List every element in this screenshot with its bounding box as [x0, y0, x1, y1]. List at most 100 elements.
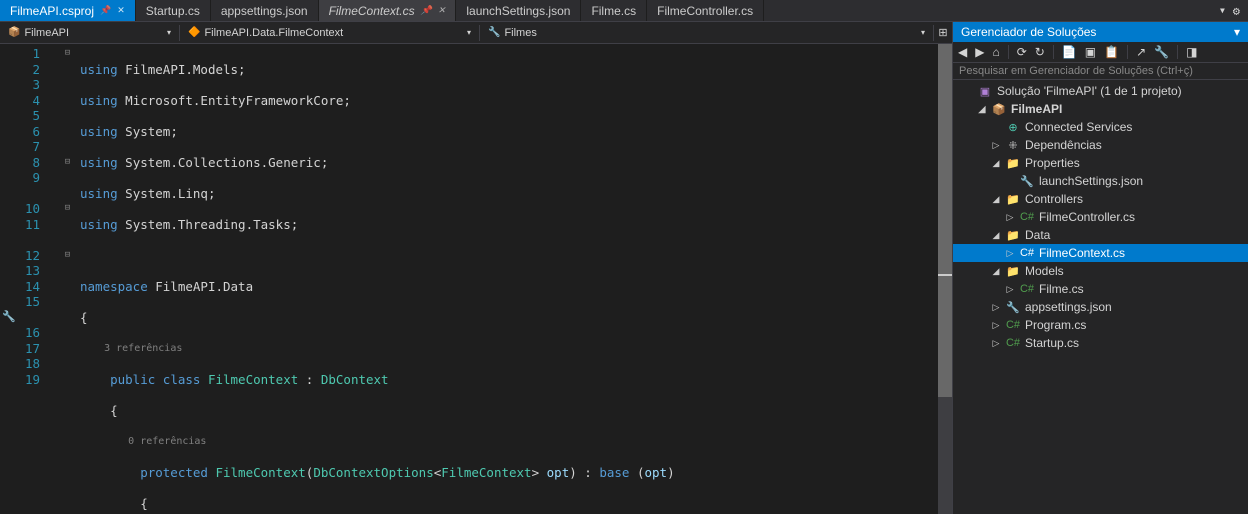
close-icon[interactable]: ✕ — [438, 5, 446, 16]
expand-icon[interactable]: ▷ — [1005, 248, 1015, 259]
models-folder[interactable]: ◢📁Models — [953, 262, 1248, 280]
project-node[interactable]: ◢📦FilmeAPI — [953, 100, 1248, 118]
expand-icon[interactable]: ◢ — [991, 158, 1001, 169]
tab-appsettings[interactable]: appsettings.json — [211, 0, 319, 21]
quick-action-icon[interactable]: 🔧 — [2, 310, 16, 323]
folder-icon: 📁 — [1005, 157, 1021, 170]
csharp-project-icon: 📦 — [8, 27, 20, 38]
solution-icon: ▣ — [977, 85, 993, 98]
tab-label: FilmeAPI.csproj — [10, 4, 94, 18]
chevron-down-icon: ▾ — [467, 28, 471, 37]
nav-label: FilmeAPI — [24, 27, 69, 39]
tab-filme[interactable]: Filme.cs — [581, 0, 647, 21]
controllers-folder[interactable]: ◢📁Controllers — [953, 190, 1248, 208]
tab-launchsettings[interactable]: launchSettings.json — [456, 0, 581, 21]
close-icon[interactable]: ✕ — [117, 5, 125, 16]
scrollbar-thumb[interactable] — [938, 44, 952, 397]
tab-filmecontext[interactable]: FilmeContext.cs 📌 ✕ — [319, 0, 457, 21]
sync-icon[interactable]: ⟳ — [1017, 45, 1027, 59]
connected-services-node[interactable]: ⊕Connected Services — [953, 118, 1248, 136]
class-icon: 🔶 — [188, 27, 200, 38]
csharp-file-icon: C# — [1019, 283, 1035, 295]
code-nav-bar: 📦FilmeAPI▾ 🔶FilmeAPI.Data.FilmeContext▾ … — [0, 22, 952, 44]
pin-icon[interactable]: 📌 — [100, 5, 111, 16]
json-icon: 🔧 — [1019, 175, 1035, 188]
tab-label: FilmeContext.cs — [329, 4, 415, 18]
expand-icon[interactable]: ▷ — [991, 302, 1001, 313]
folder-icon: 📁 — [1005, 265, 1021, 278]
tab-filmeapi-csproj[interactable]: FilmeAPI.csproj 📌 ✕ — [0, 0, 136, 21]
tab-filmecontroller[interactable]: FilmeController.cs — [647, 0, 764, 21]
file-startup[interactable]: ▷C#Startup.cs — [953, 334, 1248, 352]
pin-icon[interactable]: 📌 — [421, 5, 432, 16]
show-all-icon[interactable]: 📄 — [1062, 45, 1077, 59]
file-launchsettings[interactable]: 🔧launchSettings.json — [953, 172, 1248, 190]
file-filme[interactable]: ▷C#Filme.cs — [953, 280, 1248, 298]
home-icon[interactable]: ⌂ — [992, 45, 999, 59]
csharp-file-icon: C# — [1019, 211, 1035, 223]
back-icon[interactable]: ◀ — [958, 45, 967, 59]
refresh-icon[interactable]: ↻ — [1035, 45, 1045, 59]
tab-label: FilmeController.cs — [657, 4, 753, 18]
expand-icon[interactable]: ◢ — [991, 230, 1001, 241]
code-view-icon[interactable]: ↗ — [1136, 45, 1146, 59]
collapse-icon[interactable]: ▣ — [1085, 45, 1096, 59]
expand-icon[interactable]: ◢ — [977, 104, 987, 115]
expand-icon[interactable]: ▷ — [1005, 284, 1015, 295]
expand-icon[interactable]: ◢ — [991, 194, 1001, 205]
nav-member-dropdown[interactable]: 🔧 Filmes ▾ — [480, 25, 934, 41]
chevron-down-icon: ▾ — [921, 28, 925, 37]
panel-title: Gerenciador de Soluções▾ — [953, 22, 1248, 42]
forward-icon[interactable]: ▶ — [975, 45, 984, 59]
tab-startup[interactable]: Startup.cs — [136, 0, 211, 21]
explorer-toolbar: ◀ ▶ ⌂ ⟳ ↻ 📄 ▣ 📋 ↗ 🔧 ◨ — [953, 42, 1248, 63]
solution-node[interactable]: ▣Solução 'FilmeAPI' (1 de 1 projeto) — [953, 82, 1248, 100]
file-appsettings[interactable]: ▷🔧appsettings.json — [953, 298, 1248, 316]
expand-icon[interactable]: ▷ — [1005, 212, 1015, 223]
csharp-file-icon: C# — [1005, 337, 1021, 349]
nav-label: FilmeAPI.Data.FilmeContext — [204, 27, 343, 39]
solution-tree: ▣Solução 'FilmeAPI' (1 de 1 projeto) ◢📦F… — [953, 80, 1248, 514]
solution-explorer: Gerenciador de Soluções▾ ◀ ▶ ⌂ ⟳ ↻ 📄 ▣ 📋… — [952, 22, 1248, 514]
dependencies-icon: ⁜ — [1005, 139, 1021, 152]
file-filmecontroller[interactable]: ▷C#FilmeController.cs — [953, 208, 1248, 226]
codelens-references[interactable]: 0 referências — [80, 434, 938, 450]
file-program[interactable]: ▷C#Program.cs — [953, 316, 1248, 334]
preview-icon[interactable]: ◨ — [1186, 45, 1197, 59]
expand-icon[interactable]: ▷ — [991, 140, 1001, 151]
tab-label: Startup.cs — [146, 4, 200, 18]
file-filmecontext[interactable]: ▷C#FilmeContext.cs — [953, 244, 1248, 262]
folder-icon: 📁 — [1005, 193, 1021, 206]
expand-icon[interactable]: ▷ — [991, 338, 1001, 349]
tab-label: appsettings.json — [221, 4, 308, 18]
tab-label: launchSettings.json — [466, 4, 570, 18]
connected-icon: ⊕ — [1005, 121, 1021, 134]
nav-class-dropdown[interactable]: 🔶 FilmeAPI.Data.FilmeContext ▾ — [180, 25, 480, 41]
csharp-file-icon: C# — [1005, 319, 1021, 331]
csharp-file-icon: C# — [1019, 247, 1035, 259]
nav-label: Filmes — [504, 27, 536, 39]
csharp-project-icon: 📦 — [991, 103, 1007, 116]
properties-node[interactable]: ◢📁Properties — [953, 154, 1248, 172]
dependencies-node[interactable]: ▷⁜Dependências — [953, 136, 1248, 154]
line-numbers: 12345678910111213141516171819 — [0, 44, 60, 514]
chevron-down-icon: ▾ — [167, 28, 171, 37]
data-folder[interactable]: ◢📁Data — [953, 226, 1248, 244]
wrench-icon[interactable]: 🔧 — [1154, 45, 1169, 59]
chevron-down-icon[interactable]: ▾ — [1234, 25, 1240, 39]
explorer-search[interactable]: Pesquisar em Gerenciador de Soluções (Ct… — [953, 63, 1248, 80]
json-icon: 🔧 — [1005, 301, 1021, 314]
expand-icon[interactable]: ▷ — [991, 320, 1001, 331]
expand-icon[interactable]: ◢ — [991, 266, 1001, 277]
gear-icon[interactable]: ⚙ — [1225, 4, 1248, 18]
vertical-scrollbar[interactable] — [938, 44, 952, 514]
wrench-icon: 🔧 — [488, 27, 500, 38]
properties-icon[interactable]: 📋 — [1104, 45, 1119, 59]
caret-indicator — [938, 274, 952, 276]
code-editor[interactable]: using FilmeAPI.Models; using Microsoft.E… — [60, 44, 938, 514]
editor-tabs: FilmeAPI.csproj 📌 ✕ Startup.cs appsettings… — [0, 0, 1248, 22]
folder-icon: 📁 — [1005, 229, 1021, 242]
codelens-references[interactable]: 3 referências — [80, 341, 938, 357]
nav-project-dropdown[interactable]: 📦 FilmeAPI ▾ — [0, 25, 180, 41]
split-icon[interactable]: ⊞ — [934, 26, 952, 39]
